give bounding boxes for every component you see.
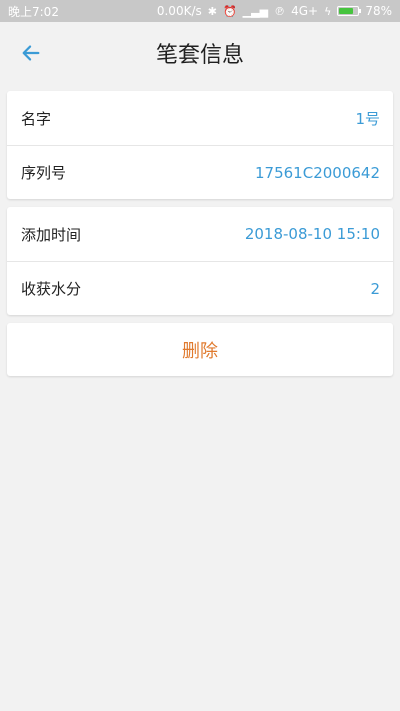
- alarm-icon: ⏰: [222, 4, 237, 18]
- row-value: 1号: [355, 109, 380, 128]
- row-label: 名字: [21, 109, 52, 128]
- status-bar: 晚上7:02 0.00K/s ✱ ⏰ ▁▃▅ ℗ 4G+ ϟ 78%: [0, 0, 400, 22]
- status-indicators: 0.00K/s ✱ ⏰ ▁▃▅ ℗ 4G+ ϟ 78%: [157, 4, 392, 18]
- row-name[interactable]: 名字 1号: [7, 91, 393, 145]
- battery-icon: [337, 6, 362, 16]
- network-speed: 0.00K/s: [156, 4, 202, 18]
- signal-icon: ▁▃▅: [242, 4, 269, 18]
- row-label: 添加时间: [21, 225, 82, 244]
- battery-fill: [339, 8, 354, 14]
- bluetooth-icon: ✱: [207, 4, 217, 18]
- sim-icon: ℗: [274, 4, 286, 18]
- row-serial[interactable]: 序列号 17561C2000642: [7, 145, 393, 199]
- row-label: 收获水分: [21, 280, 82, 298]
- network-type: 4G+: [291, 4, 319, 18]
- delete-button[interactable]: 删除: [7, 323, 393, 376]
- row-value: 17561C2000642: [255, 163, 380, 182]
- status-time: 晚上7:02: [8, 4, 59, 19]
- row-added-time[interactable]: 添加时间 2018-08-10 15:10: [7, 207, 393, 261]
- battery-percent: 78%: [365, 4, 392, 18]
- arrow-left-icon: [22, 45, 40, 61]
- row-moisture[interactable]: 收获水分 2: [7, 261, 393, 315]
- back-button[interactable]: [14, 36, 48, 70]
- info-card-identity: 名字 1号 序列号 17561C2000642: [7, 91, 393, 199]
- row-value: 2018-08-10 15:10: [244, 225, 380, 243]
- row-label: 序列号: [21, 164, 67, 182]
- info-card-details: 添加时间 2018-08-10 15:10 收获水分 2: [7, 207, 393, 315]
- page-title: 笔套信息: [155, 43, 244, 68]
- row-value: 2: [370, 279, 380, 298]
- nav-bar: 笔套信息: [0, 22, 400, 84]
- charging-icon: ϟ: [324, 4, 332, 18]
